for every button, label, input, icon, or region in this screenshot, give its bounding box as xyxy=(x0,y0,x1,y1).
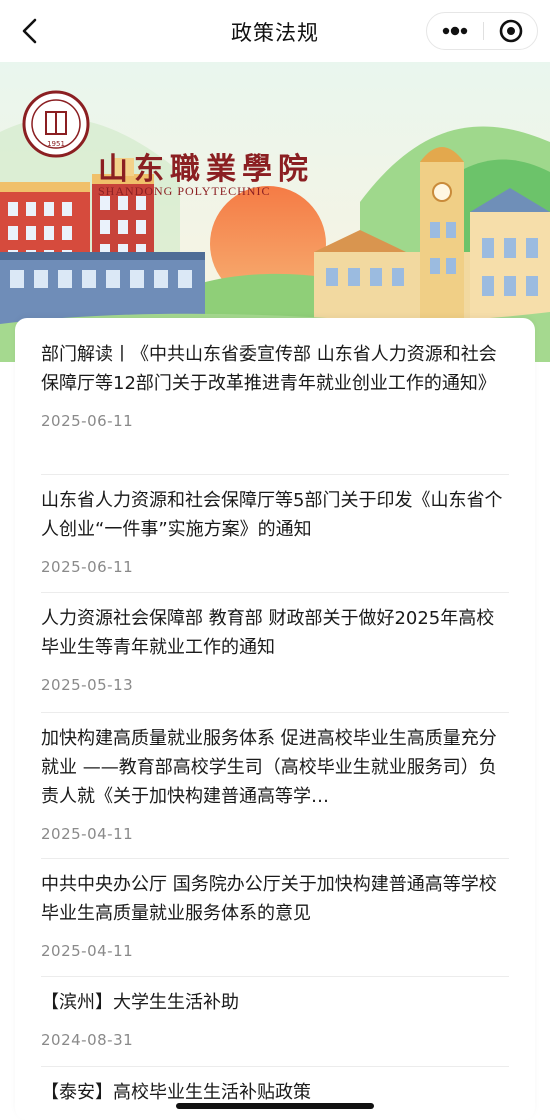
school-name-en: SHANDONG POLYTECHNIC xyxy=(98,184,271,198)
article-date: 2025-06-11 xyxy=(41,558,134,576)
list-divider xyxy=(41,592,509,593)
list-item[interactable]: 部门解读丨《中共山东省委宣传部 山东省人力资源和社会保障厅等12部门关于改革推进… xyxy=(41,340,509,430)
close-button[interactable] xyxy=(484,13,538,49)
mini-program-capsule xyxy=(426,12,538,50)
list-item[interactable]: 人力资源社会保障部 教育部 财政部关于做好2025年高校毕业生等青年就业工作的通… xyxy=(41,604,509,694)
article-title: 人力资源社会保障部 教育部 财政部关于做好2025年高校毕业生等青年就业工作的通… xyxy=(41,608,495,658)
list-divider xyxy=(41,858,509,859)
more-dots-icon xyxy=(442,26,468,36)
seal-year: 1951 xyxy=(47,140,65,148)
school-name-cn: 山东職業學院 xyxy=(98,152,314,187)
home-indicator[interactable] xyxy=(176,1103,374,1109)
list-item[interactable]: 山东省人力资源和社会保障厅等5部门关于印发《山东省个人创业“一件事”实施方案》的… xyxy=(41,486,509,576)
target-close-icon xyxy=(499,19,523,43)
article-date: 2025-06-11 xyxy=(41,412,134,430)
article-list: 部门解读丨《中共山东省委宣传部 山东省人力资源和社会保障厅等12部门关于改革推进… xyxy=(15,318,535,1120)
list-divider xyxy=(41,976,509,977)
school-seal-icon: 1951 xyxy=(22,90,90,158)
list-divider xyxy=(41,712,509,713)
banner-illustration: 1951 山东職業學院 SHANDONG POLYTECHNIC xyxy=(0,62,550,362)
campus-illustration: 1951 xyxy=(0,62,550,362)
navigation-bar: 政策法规 xyxy=(0,0,550,62)
article-title: 【滨州】大学生生活补助 xyxy=(41,992,239,1013)
article-date: 2025-04-11 xyxy=(41,942,134,960)
list-item[interactable]: 加快构建高质量就业服务体系 促进高校毕业生高质量充分就业 ——教育部高校学生司（… xyxy=(41,724,509,843)
more-button[interactable] xyxy=(427,13,483,49)
list-item[interactable]: 【滨州】大学生生活补助 2024-08-31 xyxy=(41,988,509,1049)
article-title: 山东省人力资源和社会保障厅等5部门关于印发《山东省个人创业“一件事”实施方案》的… xyxy=(41,490,503,540)
list-item[interactable]: 中共中央办公厅 国务院办公厅关于加快构建普通高等学校毕业生高质量就业服务体系的意… xyxy=(41,870,509,960)
list-divider xyxy=(41,1066,509,1067)
article-title: 加快构建高质量就业服务体系 促进高校毕业生高质量充分就业 ——教育部高校学生司（… xyxy=(41,728,497,807)
article-title: 部门解读丨《中共山东省委宣传部 山东省人力资源和社会保障厅等12部门关于改革推进… xyxy=(41,344,497,394)
article-date: 2025-05-13 xyxy=(41,676,134,694)
list-divider xyxy=(41,474,509,475)
article-title: 中共中央办公厅 国务院办公厅关于加快构建普通高等学校毕业生高质量就业服务体系的意… xyxy=(41,874,497,924)
article-date: 2025-04-11 xyxy=(41,825,134,843)
article-date: 2024-08-31 xyxy=(41,1031,134,1049)
